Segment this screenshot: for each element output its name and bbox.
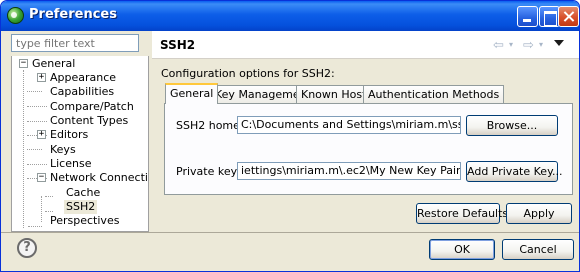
tree-item-perspectives[interactable]: Perspectives: [50, 214, 119, 228]
browse-button[interactable]: Browse...: [466, 115, 558, 136]
expand-icon[interactable]: +: [37, 73, 46, 82]
minimize-button[interactable]: [517, 6, 538, 27]
page-title: SSH2: [160, 38, 196, 52]
ssh2-home-label: SSH2 home:: [176, 119, 244, 132]
tree-connector-line: [28, 226, 42, 227]
tree-item-appearance[interactable]: Appearance: [50, 71, 116, 85]
ssh2-home-field[interactable]: C:\Documents and Settings\miriam.m\ssh: [237, 116, 461, 134]
tree-item-editors[interactable]: Editors: [50, 128, 88, 142]
back-arrow-icon[interactable]: ⇦: [493, 38, 504, 53]
tree-item-network-connections[interactable]: Network Connections: [50, 171, 148, 185]
tree-item-compare-patch[interactable]: Compare/Patch: [50, 100, 134, 114]
tree-connector-line: [23, 70, 24, 228]
preferences-tree[interactable]: − General + Appearance Capabilities Comp…: [11, 56, 149, 232]
page-header: SSH2 ⇦ ▾ ⇨ ▾: [152, 31, 579, 59]
tree-item-capabilities[interactable]: Capabilities: [50, 85, 114, 99]
expand-icon[interactable]: +: [37, 130, 46, 139]
tab-general[interactable]: General: [165, 83, 219, 104]
collapse-icon[interactable]: −: [19, 59, 28, 68]
tree-item-cache[interactable]: Cache: [66, 186, 100, 200]
private-keys-field[interactable]: iettings\miriam.m\.ec2\My New Key Pair.p…: [237, 162, 461, 180]
restore-defaults-button[interactable]: Restore Defaults: [416, 203, 508, 224]
ok-button[interactable]: OK: [429, 239, 495, 260]
tree-item-ssh2[interactable]: SSH2: [64, 200, 98, 214]
close-button[interactable]: [558, 6, 579, 27]
add-private-key-button[interactable]: Add Private Key...: [466, 161, 563, 182]
back-history-dropdown-icon[interactable]: ▾: [509, 40, 513, 49]
collapse-icon[interactable]: −: [37, 173, 46, 182]
tree-item-license[interactable]: License: [50, 157, 91, 171]
tree-connector-line: [27, 106, 47, 107]
tree-connector-line: [27, 149, 42, 150]
footer-separator: [1, 232, 579, 233]
tree-connector-line: [45, 196, 53, 197]
eclipse-app-icon: [7, 7, 24, 24]
filter-input[interactable]: [11, 34, 139, 52]
maximize-button[interactable]: [539, 6, 560, 27]
preferences-dialog: Preferences − General + Appearance Capab…: [0, 0, 580, 272]
cancel-button[interactable]: Cancel: [502, 239, 574, 260]
help-icon[interactable]: ?: [17, 238, 37, 258]
forward-history-dropdown-icon[interactable]: ▾: [539, 40, 543, 49]
window-title: Preferences: [29, 7, 117, 22]
private-keys-label: Private keys:: [176, 165, 247, 178]
page-description: Configuration options for SSH2:: [161, 67, 335, 80]
view-menu-icon[interactable]: [554, 40, 564, 46]
tab-authentication-methods[interactable]: Authentication Methods: [363, 85, 505, 104]
apply-button[interactable]: Apply: [506, 203, 572, 224]
pane-sash[interactable]: [149, 31, 152, 232]
forward-arrow-icon[interactable]: ⇨: [523, 38, 534, 53]
tree-connector-line: [27, 91, 42, 92]
tree-connector-line: [41, 196, 42, 222]
title-bar[interactable]: Preferences: [1, 1, 579, 31]
tree-item-content-types[interactable]: Content Types: [50, 114, 128, 128]
tree-connector-line: [27, 121, 47, 122]
tree-item-general[interactable]: General: [32, 57, 75, 71]
tree-connector-line: [27, 164, 47, 165]
tree-connector-line: [45, 211, 53, 212]
tree-item-keys[interactable]: Keys: [50, 143, 76, 157]
